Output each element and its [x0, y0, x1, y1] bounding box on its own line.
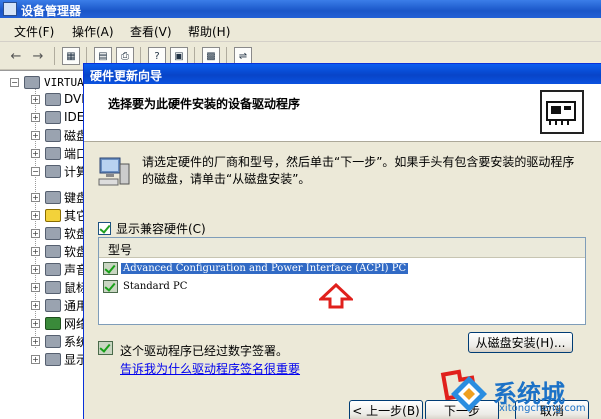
tree-root-computer[interactable]: − VIRTUAL	[0, 73, 90, 91]
expand-icon[interactable]: +	[31, 354, 40, 364]
hardware-computer-icon	[98, 156, 132, 188]
network-adapter-icon	[45, 316, 61, 330]
collapse-icon[interactable]: −	[31, 166, 40, 176]
hardware-update-wizard: 硬件更新向导 选择要为此硬件安装的设备驱动程序 请选定硬件的厂商和型号，然后单击…	[83, 63, 601, 419]
menu-view[interactable]: 查看(V)	[130, 23, 172, 40]
expand-icon[interactable]: +	[31, 300, 40, 310]
signed-driver-icon	[103, 279, 118, 293]
device-manager-titlebar[interactable]: 设备管理器	[0, 0, 601, 18]
model-name: Advanced Configuration and Power Interfa…	[121, 262, 409, 274]
toolbar-separator	[54, 47, 55, 65]
back-button[interactable]: < 上一步(B)	[349, 400, 423, 419]
wizard-titlebar[interactable]: 硬件更新向导	[84, 64, 601, 84]
floppy-controller-icon	[45, 226, 61, 240]
model-list-item[interactable]: Standard PC	[103, 278, 189, 294]
show-compatible-label: 显示兼容硬件(C)	[116, 222, 206, 236]
floppy-drive-icon	[45, 244, 61, 258]
menu-help[interactable]: 帮助(H)	[188, 23, 230, 40]
tree-item-label: IDE	[64, 110, 85, 124]
show-compatible-row[interactable]: 显示兼容硬件(C)	[98, 220, 206, 237]
expand-icon[interactable]: +	[31, 148, 40, 158]
expand-icon[interactable]: +	[31, 112, 40, 122]
model-name: Standard PC	[123, 280, 188, 292]
expand-icon[interactable]: +	[31, 130, 40, 140]
watermark-url: xitongcheng.com	[499, 403, 586, 414]
expand-icon[interactable]: +	[31, 282, 40, 292]
wizard-title: 硬件更新向导	[90, 69, 163, 83]
instruction-text: 请选定硬件的厂商和型号，然后单击“下一步”。如果手头有包含要安装的驱动程序的磁盘…	[142, 155, 575, 186]
digital-signature-icon	[98, 341, 113, 355]
device-manager-title: 设备管理器	[21, 4, 82, 18]
hardware-card-icon	[540, 90, 584, 134]
show-compatible-checkbox[interactable]	[98, 222, 111, 235]
port-icon	[45, 146, 61, 160]
show-hide-tree-icon[interactable]: ▦	[62, 47, 80, 65]
expand-icon[interactable]: +	[31, 318, 40, 328]
disk-drive-icon	[45, 128, 61, 142]
watermark-logo-icon	[451, 376, 487, 412]
mouse-icon	[45, 280, 61, 294]
red-up-arrow-icon	[319, 283, 353, 309]
wizard-heading: 选择要为此硬件安装的设备驱动程序	[108, 97, 301, 111]
menu-action[interactable]: 操作(A)	[72, 23, 114, 40]
forward-arrow-icon[interactable]: →	[30, 47, 46, 65]
usb-controller-icon	[45, 298, 61, 312]
signed-driver-text: 这个驱动程序已经过数字签署。	[120, 344, 289, 358]
expand-icon[interactable]: +	[31, 192, 40, 202]
expand-icon[interactable]: +	[31, 94, 40, 104]
display-adapter-icon	[45, 352, 61, 366]
expand-icon[interactable]: +	[31, 246, 40, 256]
dvd-drive-icon	[45, 92, 61, 106]
have-disk-button[interactable]: 从磁盘安装(H)...	[468, 332, 573, 353]
device-manager-app-icon	[3, 2, 17, 16]
expand-icon[interactable]: +	[31, 228, 40, 238]
watermark: 系统城 xitongcheng.com	[447, 372, 601, 419]
sound-icon	[45, 262, 61, 276]
collapse-icon[interactable]: −	[10, 77, 19, 87]
model-listbox[interactable]: 型号 Advanced Configuration and Power Inte…	[98, 237, 586, 325]
model-list-item[interactable]: Advanced Configuration and Power Interfa…	[103, 260, 409, 276]
system-device-icon	[45, 334, 61, 348]
driver-signing-link[interactable]: 告诉我为什么驱动程序签名很重要	[120, 360, 300, 377]
signed-driver-icon	[103, 261, 118, 275]
menu-file[interactable]: 文件(F)	[14, 23, 54, 40]
unknown-device-icon	[45, 208, 61, 222]
computer-icon	[45, 164, 61, 178]
keyboard-icon	[45, 190, 61, 204]
model-column-header[interactable]: 型号	[99, 238, 585, 258]
menu-bar: 文件(F) 操作(A) 查看(V) 帮助(H)	[0, 18, 601, 42]
computer-icon	[24, 75, 40, 89]
expand-icon[interactable]: +	[31, 210, 40, 220]
back-arrow-icon[interactable]: ←	[8, 47, 24, 65]
expand-icon[interactable]: +	[31, 336, 40, 346]
model-column-label: 型号	[108, 243, 133, 257]
expand-icon[interactable]: +	[31, 264, 40, 274]
wizard-header: 选择要为此硬件安装的设备驱动程序	[84, 84, 601, 142]
ide-controller-icon	[45, 110, 61, 124]
